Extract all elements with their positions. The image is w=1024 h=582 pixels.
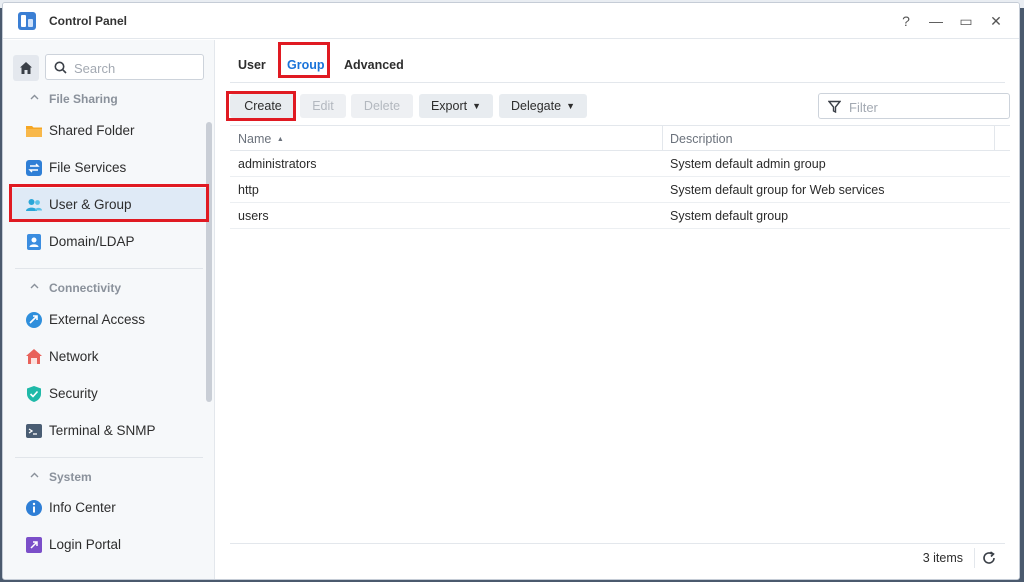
footer-separator [974,548,975,568]
sidebar-item-shared-folder[interactable]: Shared Folder [11,114,207,148]
column-header-name[interactable]: Name ▲ [238,132,284,146]
help-button[interactable]: ? [893,9,919,33]
filter-input[interactable] [849,98,999,116]
table-row[interactable]: administrators System default admin grou… [230,151,1010,177]
item-count: 3 items [922,551,963,565]
sidebar-item-file-services[interactable]: File Services [11,151,207,185]
export-dropdown-button[interactable]: Export ▼ [419,94,493,118]
delegate-dropdown-button[interactable]: Delegate ▼ [499,94,587,118]
tab-user[interactable]: User [238,58,266,72]
sidebar-search[interactable] [45,54,204,80]
sidebar-scrollbar[interactable] [206,122,212,402]
home-button[interactable] [13,55,39,81]
column-separator[interactable] [994,126,995,151]
cell-description: System default admin group [670,157,826,171]
caret-down-icon: ▼ [472,101,482,111]
edit-button[interactable]: Edit [300,94,346,118]
network-icon [26,349,42,364]
export-label: Export [430,99,468,113]
login-portal-icon [26,537,42,553]
search-icon [54,61,67,74]
cell-description: System default group [670,209,789,223]
section-system[interactable]: System [3,466,203,488]
title-bar: Control Panel ? — ▭ ✕ [3,3,1019,39]
window-title: Control Panel [49,14,128,28]
shared-folder-icon [26,126,42,137]
control-panel-window: Control Panel ? — ▭ ✕ File Sharing [2,2,1020,580]
cell-name: users [238,209,269,223]
section-file-sharing[interactable]: File Sharing [3,88,203,110]
section-divider [15,457,203,458]
refresh-icon[interactable] [981,550,997,566]
delete-button[interactable]: Delete [351,94,413,118]
search-input[interactable] [74,59,194,77]
tab-group[interactable]: Group [287,58,325,72]
file-services-icon [26,160,42,176]
sidebar-item-login-portal[interactable]: Login Portal [11,528,207,562]
section-connectivity[interactable]: Connectivity [3,277,203,299]
security-shield-icon [27,386,41,402]
tab-advanced[interactable]: Advanced [344,58,404,72]
filter-box[interactable] [818,93,1010,119]
table-footer: 3 items [230,543,1005,571]
sidebar-item-security[interactable]: Security [11,377,207,411]
sort-ascending-icon: ▲ [276,136,284,143]
domain-ldap-icon [27,234,41,250]
sidebar: File Sharing Shared Folder File Services [3,40,215,579]
cell-name: administrators [238,157,317,171]
column-separator[interactable] [662,126,663,151]
tab-bar: User Group Advanced [230,40,1005,83]
control-panel-app-icon [18,12,36,30]
user-group-icon [26,199,42,211]
table-row[interactable]: users System default group [230,203,1010,229]
chevron-up-icon [30,94,39,100]
chevron-up-icon [30,283,39,289]
sidebar-item-external-access[interactable]: External Access [11,303,207,337]
info-icon [26,500,42,516]
sidebar-item-network[interactable]: Network [11,340,207,374]
table-row[interactable]: http System default group for Web servic… [230,177,1010,203]
close-button[interactable]: ✕ [983,9,1009,33]
delegate-label: Delegate [511,99,562,113]
external-access-icon [26,312,42,328]
sidebar-item-user-group[interactable]: User & Group [11,188,207,222]
cell-name: http [238,183,259,197]
sidebar-item-terminal-snmp[interactable]: Terminal & SNMP [11,414,207,448]
group-table: Name ▲ Description administrators System… [230,125,1010,229]
sidebar-item-domain-ldap[interactable]: Domain/LDAP [11,225,207,259]
minimize-button[interactable]: — [923,9,949,33]
column-header-description[interactable]: Description [670,132,733,146]
chevron-up-icon [30,472,39,478]
section-divider [15,268,203,269]
main-panel: User Group Advanced Create Edit Delete E… [216,40,1019,579]
cell-description: System default group for Web services [670,183,885,197]
table-header: Name ▲ Description [230,125,1010,151]
caret-down-icon: ▼ [566,101,575,111]
filter-icon [828,100,841,113]
create-button[interactable]: Create [230,94,296,118]
home-icon [20,62,32,74]
sidebar-item-info-center[interactable]: Info Center [11,491,207,525]
terminal-icon [26,424,42,438]
maximize-button[interactable]: ▭ [953,9,979,33]
